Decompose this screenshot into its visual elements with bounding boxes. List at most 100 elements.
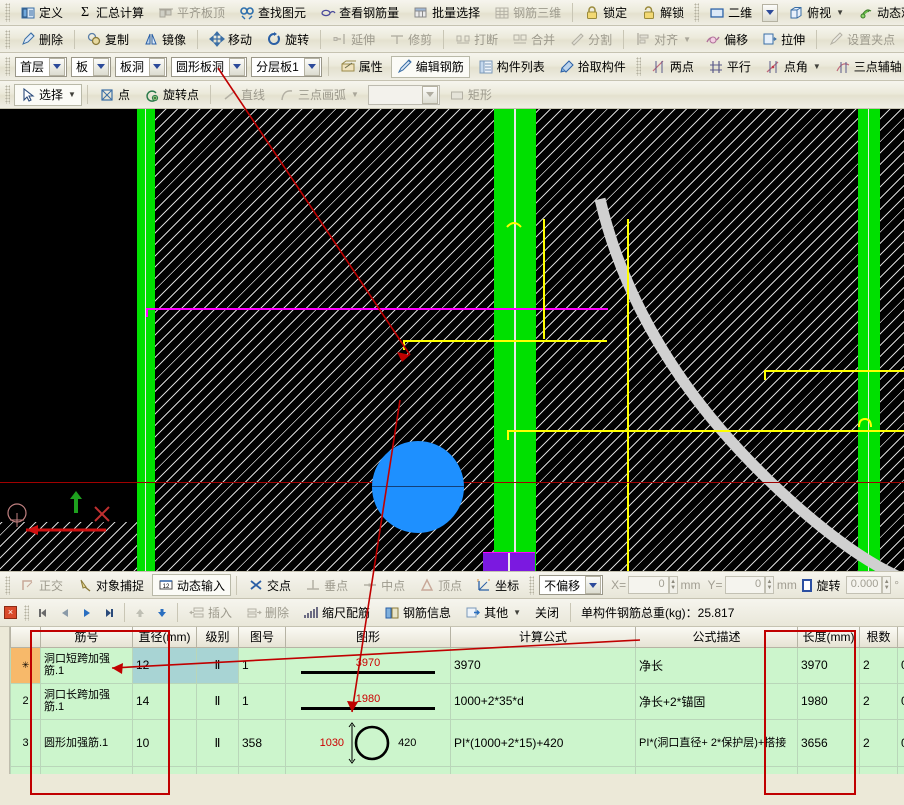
- toolbar-grip-snap[interactable]: [5, 576, 10, 595]
- y-coordinate-input[interactable]: 0: [725, 576, 766, 594]
- cell-lap[interactable]: 0: [898, 766, 904, 774]
- col-header-count[interactable]: 根数: [860, 627, 898, 647]
- toolbar-item-trim[interactable]: 修剪: [383, 28, 438, 50]
- toolbar-item-define[interactable]: 定义: [14, 2, 69, 24]
- chevron-down-icon[interactable]: [229, 58, 245, 76]
- first-record-button[interactable]: [32, 603, 54, 623]
- toolbar-grip-edit[interactable]: [5, 30, 10, 49]
- snap-item-midpoint[interactable]: 中点: [356, 574, 411, 596]
- rebar-item-rebar-info[interactable]: 钢筋信息: [378, 602, 457, 624]
- cell-shape[interactable]: 3970: [286, 647, 451, 683]
- cell-lap[interactable]: 0: [898, 719, 904, 766]
- rebar-item-close[interactable]: 关闭: [529, 602, 565, 624]
- cell-level[interactable]: Ⅱ: [197, 719, 239, 766]
- rotate-angle-spinner[interactable]: ▲▼: [882, 576, 891, 594]
- rebar-item-scaled-rebar[interactable]: 缩尺配筋: [297, 602, 376, 624]
- rebar-item-other[interactable]: 其他 ▼: [459, 602, 527, 624]
- toolbar-item-extend[interactable]: 延伸: [326, 28, 381, 50]
- snap-item-perpendicular[interactable]: 垂点: [299, 574, 354, 596]
- toolbar-item-rotate[interactable]: 旋转: [260, 28, 315, 50]
- snap-item-dynamic-input[interactable]: 12 动态输入: [152, 574, 231, 596]
- next-record-button[interactable]: [76, 603, 98, 623]
- toolbar-item-two-point-axis[interactable]: 两点: [645, 56, 700, 78]
- cad-drawing-canvas[interactable]: 5: [0, 109, 904, 571]
- col-header-level[interactable]: 级别: [197, 627, 239, 647]
- toolbar-item-three-point-axis[interactable]: 三点辅轴 ▼: [829, 56, 904, 78]
- chevron-down-icon[interactable]: [422, 86, 438, 104]
- last-record-button[interactable]: [98, 603, 120, 623]
- toolbar-item-view-mode[interactable]: 俯视 ▼: [782, 2, 850, 24]
- toolbar-item-parallel-axis[interactable]: 平行: [702, 56, 757, 78]
- chevron-down-icon[interactable]: ▼: [351, 90, 359, 99]
- cell-count[interactable]: 2: [860, 719, 898, 766]
- chevron-down-icon[interactable]: ▼: [513, 608, 521, 617]
- snap-item-coordinate[interactable]: yx 坐标: [470, 574, 525, 596]
- toolbar-item-set-grip[interactable]: 设置夹点: [822, 28, 901, 50]
- combo-instance[interactable]: 分层板1: [251, 57, 322, 77]
- toolbar-item-component-list[interactable]: 构件列表: [472, 56, 551, 78]
- toolbar-item-move[interactable]: 移动: [203, 28, 258, 50]
- move-down-button[interactable]: [151, 603, 173, 623]
- x-coordinate-input[interactable]: 0: [628, 576, 669, 594]
- cell-level[interactable]: Ⅱ: [197, 647, 239, 683]
- toolbar-item-copy[interactable]: 复制: [80, 28, 135, 50]
- chevron-down-icon[interactable]: [762, 4, 778, 22]
- cell-lap[interactable]: 0: [898, 647, 904, 683]
- col-header-lap[interactable]: 搭接: [898, 627, 904, 647]
- cell-formula[interactable]: 1000+2*35*d: [451, 683, 636, 719]
- toolbar-item-merge[interactable]: 合并: [506, 28, 561, 50]
- rotate-angle-input[interactable]: 0.000: [846, 576, 883, 594]
- combo-member-type[interactable]: 板: [71, 57, 111, 77]
- cell-shape[interactable]: 1030 420: [286, 719, 451, 766]
- cell-bar-no[interactable]: 1: [239, 647, 286, 683]
- cell-level[interactable]: Ⅱ: [197, 766, 239, 774]
- rebar-item-delete[interactable]: 删除: [240, 602, 295, 624]
- toolbar-item-lock[interactable]: 锁定: [578, 2, 633, 24]
- toolbar-grip-draw[interactable]: [5, 85, 10, 104]
- toolbar-item-rectangle[interactable]: 矩形: [443, 84, 498, 106]
- toolbar-item-pick-component[interactable]: 拾取构件: [553, 56, 632, 78]
- col-header-bar-no[interactable]: 图号: [239, 627, 286, 647]
- cell-count[interactable]: 2: [860, 683, 898, 719]
- y-coordinate-spinner[interactable]: ▲▼: [765, 576, 774, 594]
- chevron-down-icon[interactable]: [304, 58, 320, 76]
- toolbar-item-select[interactable]: 选择 ▼: [14, 84, 82, 106]
- move-up-button[interactable]: [129, 603, 151, 623]
- chevron-down-icon[interactable]: ▼: [68, 90, 76, 99]
- toolbar-item-point[interactable]: 点: [93, 84, 136, 106]
- toolbar-item-split[interactable]: 分割: [563, 28, 618, 50]
- toolbar-item-point-angle-axis[interactable]: 点角 ▼: [759, 56, 827, 78]
- toolbar-grip[interactable]: [5, 3, 10, 22]
- cell-count[interactable]: 2: [860, 647, 898, 683]
- toolbar-item-line[interactable]: 直线: [216, 84, 271, 106]
- cell-count[interactable]: 8: [860, 766, 898, 774]
- toolbar-item-summary-calc[interactable]: Σ 汇总计算: [71, 2, 150, 24]
- toolbar-item-mirror[interactable]: 镜像: [137, 28, 192, 50]
- toolbar-item-offset[interactable]: 偏移: [699, 28, 754, 50]
- chevron-down-icon[interactable]: [585, 576, 601, 594]
- chevron-down-icon[interactable]: [149, 58, 165, 76]
- chevron-down-icon[interactable]: ▼: [836, 8, 844, 17]
- snap-item-intersection[interactable]: 交点: [242, 574, 297, 596]
- toolbar-item-delete[interactable]: 删除: [14, 28, 69, 50]
- snap-item-object-snap[interactable]: 对象捕捉: [71, 574, 150, 596]
- snap-item-vertex[interactable]: 顶点: [413, 574, 468, 596]
- combo-draw-option[interactable]: [368, 85, 440, 105]
- toolbar-grip-component[interactable]: [5, 57, 10, 76]
- toolbar-grip-rebar[interactable]: [24, 605, 29, 621]
- toolbar-item-unlock[interactable]: 解锁: [635, 2, 690, 24]
- rebar-item-insert[interactable]: 插入: [183, 602, 238, 624]
- col-header-shape[interactable]: 图形: [286, 627, 451, 647]
- toolbar-item-align[interactable]: 对齐 ▼: [629, 28, 697, 50]
- col-header-formula[interactable]: 计算公式: [451, 627, 636, 647]
- cell-bar-no[interactable]: 1: [239, 766, 286, 774]
- previous-record-button[interactable]: [54, 603, 76, 623]
- chevron-down-icon[interactable]: ▼: [683, 35, 691, 44]
- toolbar-item-find-element[interactable]: 查找图元: [233, 2, 312, 24]
- close-icon[interactable]: ×: [4, 606, 17, 619]
- toolbar-item-view-rebar-qty[interactable]: 查看钢筋量: [314, 2, 405, 24]
- cell-formula[interactable]: 3970: [451, 647, 636, 683]
- toolbar-item-rebar-3d[interactable]: 钢筋三维: [488, 2, 567, 24]
- combo-offset-mode[interactable]: 不偏移: [539, 575, 603, 595]
- chevron-down-icon[interactable]: [93, 58, 109, 76]
